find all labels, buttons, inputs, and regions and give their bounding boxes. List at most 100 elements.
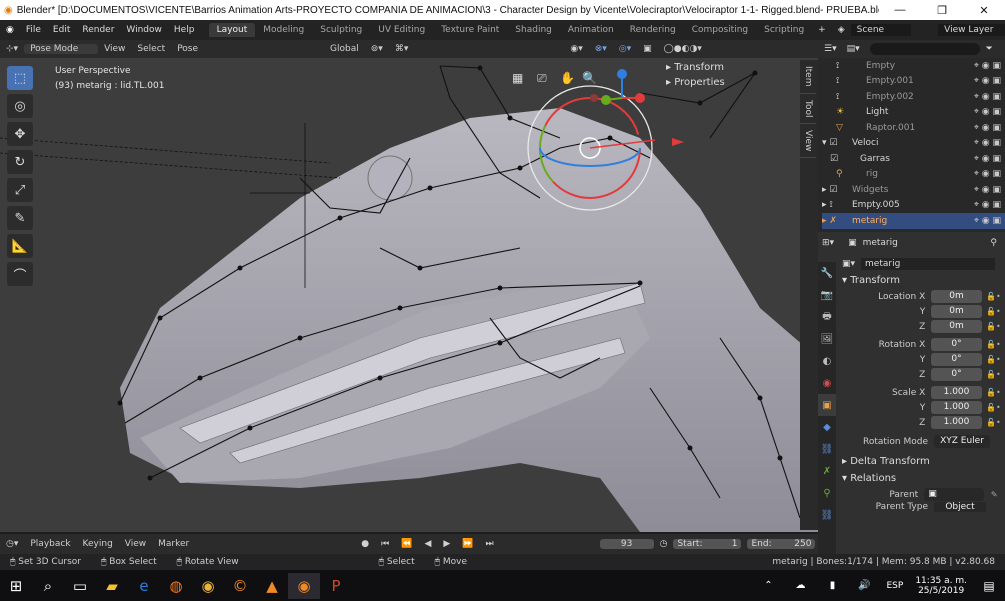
visibility-icon[interactable]: ⌖ ◉ ▣ [961,138,1005,148]
3d-viewport[interactable]: ▦ ⎚ ✋ 🔍 [0,58,818,532]
keying-menu[interactable]: Keying [77,539,119,549]
firefox-icon[interactable]: ◍ [160,573,192,599]
visibility-icon[interactable]: ⌖ ◉ ▣ [961,107,1005,117]
filter-icon[interactable]: ⏷ [980,44,999,54]
minimize-button[interactable]: — [879,4,921,16]
lock-icon[interactable]: 🔓• [982,340,1005,349]
jump-start-icon[interactable]: ⏮ [375,539,395,549]
viewport-nav-icons[interactable]: ▦ ⎚ ✋ 🔍 [512,70,597,85]
tab-tool[interactable]: Tool [800,94,816,124]
lock-icon[interactable]: 🔓• [982,370,1005,379]
scale-z-field[interactable]: 1.000 [931,416,982,429]
prev-keyframe-icon[interactable]: ⏪ [395,539,418,549]
visibility-icon[interactable]: ⌖ ◉ ▣ [961,200,1005,210]
outliner-row-metarig[interactable]: ▸ ✗ metarig ⌖ ◉ ▣ [822,213,1005,229]
scale-tool-icon[interactable]: ⤢ [7,178,33,202]
bone-constraint-tab-icon[interactable]: ⛓ [818,504,836,526]
editor-type-icon[interactable]: ⊹▾ [0,44,24,54]
annotate-tool-icon[interactable]: ✎ [7,206,33,230]
outliner-row-empty[interactable]: ⟟ Empty ⌖ ◉ ▣ [822,58,1005,74]
outliner-row-empty-001[interactable]: ⟟ Empty.001 ⌖ ◉ ▣ [822,74,1005,90]
tab-view[interactable]: View [800,124,816,159]
world-tab-icon[interactable]: ◉ [818,372,836,394]
npanel-transform[interactable]: ▸ Transform [660,60,800,75]
outliner-row-widgets[interactable]: ▸ ☑ Widgets ⌖ ◉ ▣ [822,182,1005,198]
bone-tab-icon[interactable]: ⚲ [818,482,836,504]
constraint-tab-icon[interactable]: ⛓ [818,438,836,460]
xray-icon[interactable]: ▣ [637,44,658,54]
rotation-mode-select[interactable]: XYZ Euler [934,435,990,448]
notifications-icon[interactable]: ▤ [973,573,1005,599]
record-icon[interactable]: ● [355,539,375,549]
snap-icon[interactable]: ⌘▾ [389,44,415,54]
scene-selector[interactable]: Scene [850,24,911,36]
menu-edit[interactable]: Edit [47,25,76,35]
ccleaner-icon[interactable]: © [224,573,256,599]
lock-icon[interactable]: 🔓• [982,403,1005,412]
outliner-row-empty-005[interactable]: ▸ ⟟ Empty.005 ⌖ ◉ ▣ [822,198,1005,214]
display-mode-icon[interactable]: ▤▾ [843,44,864,54]
scale-y-field[interactable]: 1.000 [931,401,982,414]
relations-header[interactable]: ▾ Relations [836,470,1005,487]
edge-icon[interactable]: e [128,573,160,599]
visibility-icon[interactable]: ⌖ ◉ ▣ [961,154,1005,164]
windows-start-icon[interactable]: ⊞ [0,573,32,599]
parent-type-select[interactable]: Object [934,502,986,512]
current-frame-field[interactable]: 93 [599,539,654,549]
tab-layout[interactable]: Layout [208,23,256,37]
outliner-row-raptor-001[interactable]: ▽ Raptor.001 ⌖ ◉ ▣ [822,120,1005,136]
view-layer-selector[interactable]: View Layer [938,24,1005,36]
shading-modes-icon[interactable]: ◯●◐◑▾ [658,44,708,54]
marker-menu[interactable]: Marker [152,539,195,549]
lock-icon[interactable]: 🔓• [982,388,1005,397]
orientation-selector[interactable]: Global [324,44,365,54]
menu-view[interactable]: View [98,44,131,54]
tab-sculpting[interactable]: Sculpting [312,23,370,37]
vlc-icon[interactable]: ▲ [256,573,288,599]
search-icon[interactable]: ⌕ [32,573,64,599]
outliner-search-input[interactable] [869,43,980,55]
mode-selector[interactable]: Pose Mode [24,44,99,54]
outliner-row-light[interactable]: ☀ Light ⌖ ◉ ▣ [822,105,1005,121]
clock[interactable]: 11:35 a. m. 25/5/2019 [909,576,973,596]
datablock-name-field[interactable]: metarig [861,258,996,270]
timeline-view-menu[interactable]: View [119,539,152,549]
npanel-properties[interactable]: ▸ Properties [660,75,800,90]
view-layer-tab-icon[interactable]: 🖼 [818,328,836,350]
modifier-tab-icon[interactable]: ◆ [818,416,836,438]
outliner-row-empty-002[interactable]: ⟟ Empty.002 ⌖ ◉ ▣ [822,89,1005,105]
language-indicator[interactable]: ESP [881,581,910,591]
transform-panel-header[interactable]: ▾ Transform [836,272,1005,289]
pivot-icon[interactable]: ⊚▾ [365,44,389,54]
gizmo-icon[interactable]: ⊗▾ [589,44,613,54]
end-frame-field[interactable]: End: 250 [747,539,816,549]
visibility-icon[interactable]: ◉▾ [564,44,588,54]
outliner-row-garras[interactable]: ☑ Garras ⌖ ◉ ▣ [822,151,1005,167]
onedrive-icon[interactable]: ☁ [785,573,817,599]
location-x-field[interactable]: 0m [931,290,982,303]
tray-chevron-icon[interactable]: ⌃ [753,573,785,599]
visibility-icon[interactable]: ⌖ ◉ ▣ [961,123,1005,133]
rotation-z-field[interactable]: 0° [931,368,982,381]
tab-modeling[interactable]: Modeling [255,23,312,37]
properties-type-icon[interactable]: ⊞▾ [822,238,834,248]
menu-window[interactable]: Window [120,25,168,35]
location-y-field[interactable]: 0m [931,305,982,318]
overlay-icon[interactable]: ◎▾ [613,44,637,54]
visibility-icon[interactable]: ⌖ ◉ ▣ [961,61,1005,71]
delta-transform-header[interactable]: ▸ Delta Transform [836,453,1005,470]
network-icon[interactable]: ▮ [817,573,849,599]
tab-texture-paint[interactable]: Texture Paint [433,23,507,37]
lock-icon[interactable]: 🔓• [982,307,1005,316]
object-tab-icon[interactable]: ▣ [818,394,836,416]
tab-scripting[interactable]: Scripting [756,23,812,37]
scale-x-field[interactable]: 1.000 [931,386,982,399]
maximize-button[interactable]: ❐ [921,4,963,17]
pin-icon[interactable]: ⚲ [990,238,1005,248]
visibility-icon[interactable]: ⌖ ◉ ▣ [961,76,1005,86]
visibility-icon[interactable]: ⌖ ◉ ▣ [961,169,1005,179]
play-icon[interactable]: ▶ [437,539,456,549]
parent-field[interactable]: ▣ [924,488,984,501]
armature-data-tab-icon[interactable]: ✗ [818,460,836,482]
rotation-x-field[interactable]: 0° [931,338,982,351]
